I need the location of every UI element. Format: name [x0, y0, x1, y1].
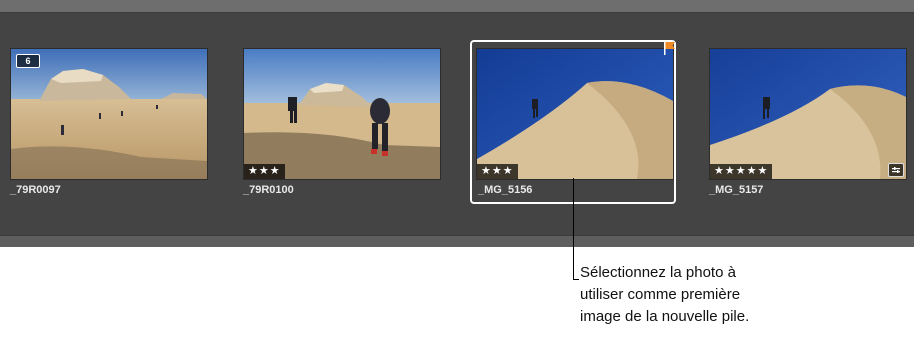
photo-4-name: _MG_5157	[709, 184, 764, 196]
browser-bottom-edge	[0, 235, 914, 247]
callout-line	[573, 178, 574, 280]
photo-2-name: _79R0100	[243, 184, 294, 196]
photo-4-image	[710, 49, 906, 179]
photo-1-name: _79R0097	[10, 184, 61, 196]
adjustments-icon	[888, 163, 904, 177]
callout-line-1: Sélectionnez la photo à	[580, 264, 736, 281]
stack-count-badge[interactable]: 6	[16, 54, 40, 68]
browser-top-bar	[0, 0, 914, 13]
callout-line-2: utiliser comme première	[580, 286, 741, 303]
callout-line-3: image de la nouvelle pile.	[580, 308, 750, 325]
photo-thumbnail-2[interactable]: ★★★	[243, 48, 441, 180]
photo-2-image	[244, 49, 440, 179]
photo-thumbnail-1[interactable]: 6	[10, 48, 208, 180]
photo-browser: 6 _79R0097 ★★★ _79R0100 ★★★ _MG_5156 ★★★…	[0, 0, 914, 247]
flag-icon[interactable]	[664, 41, 676, 55]
photo-4-rating: ★★★★★	[710, 164, 773, 179]
photo-1-image	[11, 49, 207, 179]
photo-2-rating: ★★★	[244, 164, 285, 179]
photo-thumbnail-4[interactable]: ★★★★★	[709, 48, 907, 180]
callout-text: Sélectionnez la photo à utiliser comme p…	[580, 262, 910, 328]
callout-tick	[573, 279, 579, 280]
